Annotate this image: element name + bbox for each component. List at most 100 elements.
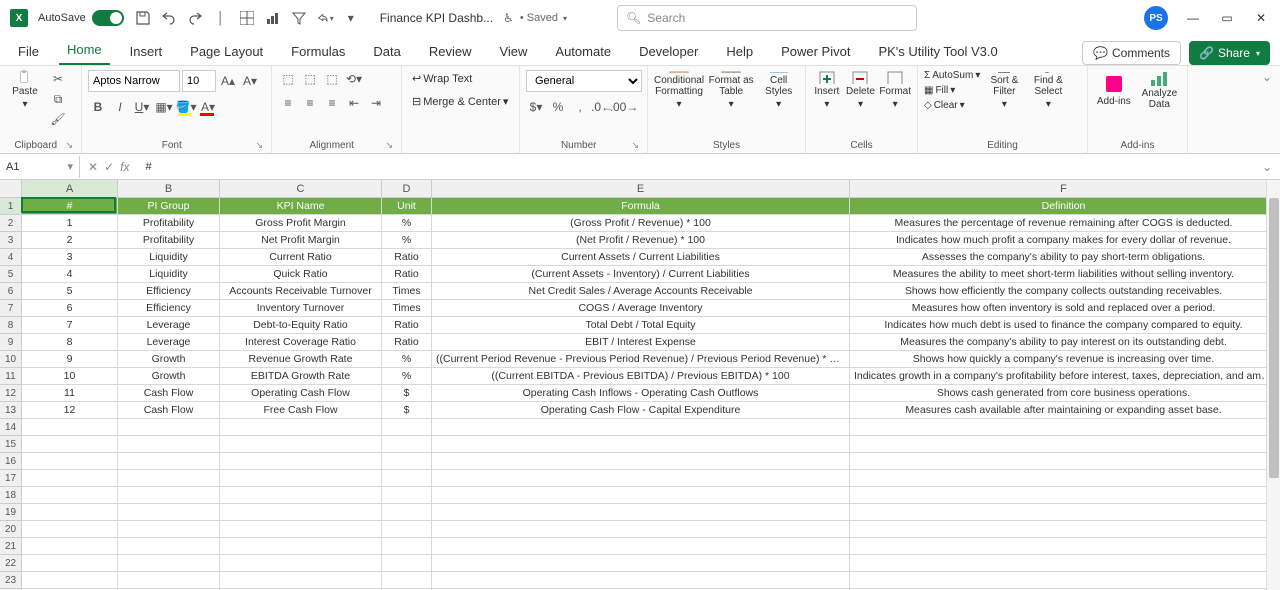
comments-button[interactable]: 💬 Comments — [1082, 41, 1181, 65]
cell[interactable]: Measures cash available after maintainin… — [850, 402, 1278, 418]
tab-page-layout[interactable]: Page Layout — [182, 38, 271, 65]
cell[interactable] — [850, 538, 1278, 554]
cell[interactable]: Free Cash Flow — [220, 402, 382, 418]
cell[interactable] — [432, 555, 850, 571]
row-header-13[interactable]: 13 — [0, 402, 22, 419]
increase-font-icon[interactable]: A▴ — [218, 72, 238, 90]
cell[interactable] — [22, 436, 118, 452]
fill-button[interactable]: ▦ Fill ▾ — [924, 85, 980, 96]
tab-developer[interactable]: Developer — [631, 38, 706, 65]
cell[interactable] — [118, 555, 220, 571]
cell[interactable]: Formula — [432, 198, 850, 214]
cell[interactable]: Definition — [850, 198, 1278, 214]
cell[interactable]: Growth — [118, 351, 220, 367]
redo-icon[interactable] — [186, 9, 204, 27]
cell[interactable]: ((Current EBITDA - Previous EBITDA) / Pr… — [432, 368, 850, 384]
cell[interactable]: Indicates how much debt is used to finan… — [850, 317, 1278, 333]
align-top-icon[interactable]: ⬚ — [278, 70, 298, 88]
cell[interactable]: 12 — [22, 402, 118, 418]
row-header-6[interactable]: 6 — [0, 283, 22, 300]
filename-label[interactable]: Finance KPI Dashb... — [380, 11, 493, 25]
cell[interactable]: Liquidity — [118, 249, 220, 265]
cell[interactable] — [22, 487, 118, 503]
row-header-4[interactable]: 4 — [0, 249, 22, 266]
col-header-E[interactable]: E — [432, 180, 850, 197]
cell[interactable]: Accounts Receivable Turnover — [220, 283, 382, 299]
row-header-2[interactable]: 2 — [0, 215, 22, 232]
cell[interactable] — [432, 419, 850, 435]
cell[interactable]: 5 — [22, 283, 118, 299]
fill-color-button[interactable]: 🪣▾ — [176, 98, 196, 116]
cell[interactable] — [432, 487, 850, 503]
cell[interactable]: Times — [382, 300, 432, 316]
user-avatar[interactable]: PS — [1144, 6, 1168, 30]
cell[interactable]: Cash Flow — [118, 385, 220, 401]
tab-file[interactable]: File — [10, 38, 47, 65]
row-header-17[interactable]: 17 — [0, 470, 22, 487]
cell[interactable] — [432, 521, 850, 537]
align-middle-icon[interactable]: ⬚ — [300, 70, 320, 88]
cell[interactable]: Measures the percentage of revenue remai… — [850, 215, 1278, 231]
italic-button[interactable]: I — [110, 98, 130, 116]
cell[interactable]: COGS / Average Inventory — [432, 300, 850, 316]
cell[interactable]: Profitability — [118, 232, 220, 248]
cell[interactable]: (Gross Profit / Revenue) * 100 — [432, 215, 850, 231]
col-header-A[interactable]: A — [22, 180, 118, 197]
cell[interactable] — [220, 521, 382, 537]
cell[interactable]: Indicates growth in a company's profitab… — [850, 368, 1278, 384]
align-left-icon[interactable]: ≡ — [278, 94, 298, 112]
cell[interactable]: Leverage — [118, 317, 220, 333]
cell[interactable]: Operating Cash Inflows - Operating Cash … — [432, 385, 850, 401]
cell[interactable] — [118, 453, 220, 469]
cell[interactable]: Shows cash generated from core business … — [850, 385, 1278, 401]
font-color-button[interactable]: A▾ — [198, 98, 218, 116]
cell[interactable] — [220, 538, 382, 554]
vertical-scrollbar[interactable] — [1266, 180, 1280, 590]
tab-review[interactable]: Review — [421, 38, 480, 65]
fx-icon[interactable]: fx — [120, 160, 129, 174]
cell[interactable]: Ratio — [382, 266, 432, 282]
cell[interactable]: Ratio — [382, 317, 432, 333]
cell[interactable]: Growth — [118, 368, 220, 384]
cell[interactable]: $ — [382, 402, 432, 418]
cell[interactable] — [382, 487, 432, 503]
row-header-15[interactable]: 15 — [0, 436, 22, 453]
merge-center-button[interactable]: ⊟ Merge & Center ▾ — [408, 93, 512, 110]
cell[interactable]: Indicates how much profit a company make… — [850, 232, 1278, 248]
cell[interactable] — [382, 555, 432, 571]
cell[interactable]: 6 — [22, 300, 118, 316]
cell[interactable] — [382, 453, 432, 469]
orientation-icon[interactable]: ⟲▾ — [344, 70, 364, 88]
cell[interactable]: Quick Ratio — [220, 266, 382, 282]
chart-icon[interactable] — [264, 9, 282, 27]
underline-button[interactable]: U▾ — [132, 98, 152, 116]
cell[interactable]: $ — [382, 385, 432, 401]
filter-icon[interactable] — [290, 9, 308, 27]
percent-icon[interactable]: % — [548, 98, 568, 116]
cell[interactable] — [220, 487, 382, 503]
decrease-decimal-icon[interactable]: .00→ — [614, 98, 634, 116]
row-header-9[interactable]: 9 — [0, 334, 22, 351]
cell[interactable] — [220, 555, 382, 571]
cell[interactable] — [382, 504, 432, 520]
select-all-triangle[interactable] — [0, 180, 22, 197]
cell[interactable] — [220, 504, 382, 520]
cell[interactable]: Profitability — [118, 215, 220, 231]
row-header-5[interactable]: 5 — [0, 266, 22, 283]
cell[interactable]: Operating Cash Flow — [220, 385, 382, 401]
cell[interactable] — [22, 453, 118, 469]
cell[interactable]: ((Current Period Revenue - Previous Peri… — [432, 351, 850, 367]
cell[interactable]: Current Ratio — [220, 249, 382, 265]
cell[interactable]: Net Profit Margin — [220, 232, 382, 248]
cell[interactable]: KPI Name — [220, 198, 382, 214]
cell[interactable] — [382, 521, 432, 537]
cell[interactable] — [850, 453, 1278, 469]
row-header-22[interactable]: 22 — [0, 555, 22, 572]
cell[interactable] — [382, 470, 432, 486]
alignment-launcher-icon[interactable]: ↘ — [385, 140, 393, 151]
cell[interactable]: Unit — [382, 198, 432, 214]
tab-pk-s-utility-tool-v3-0[interactable]: PK's Utility Tool V3.0 — [870, 38, 1005, 65]
save-icon[interactable] — [134, 9, 152, 27]
cell[interactable]: 7 — [22, 317, 118, 333]
indent-inc-icon[interactable]: ⇥ — [366, 94, 386, 112]
